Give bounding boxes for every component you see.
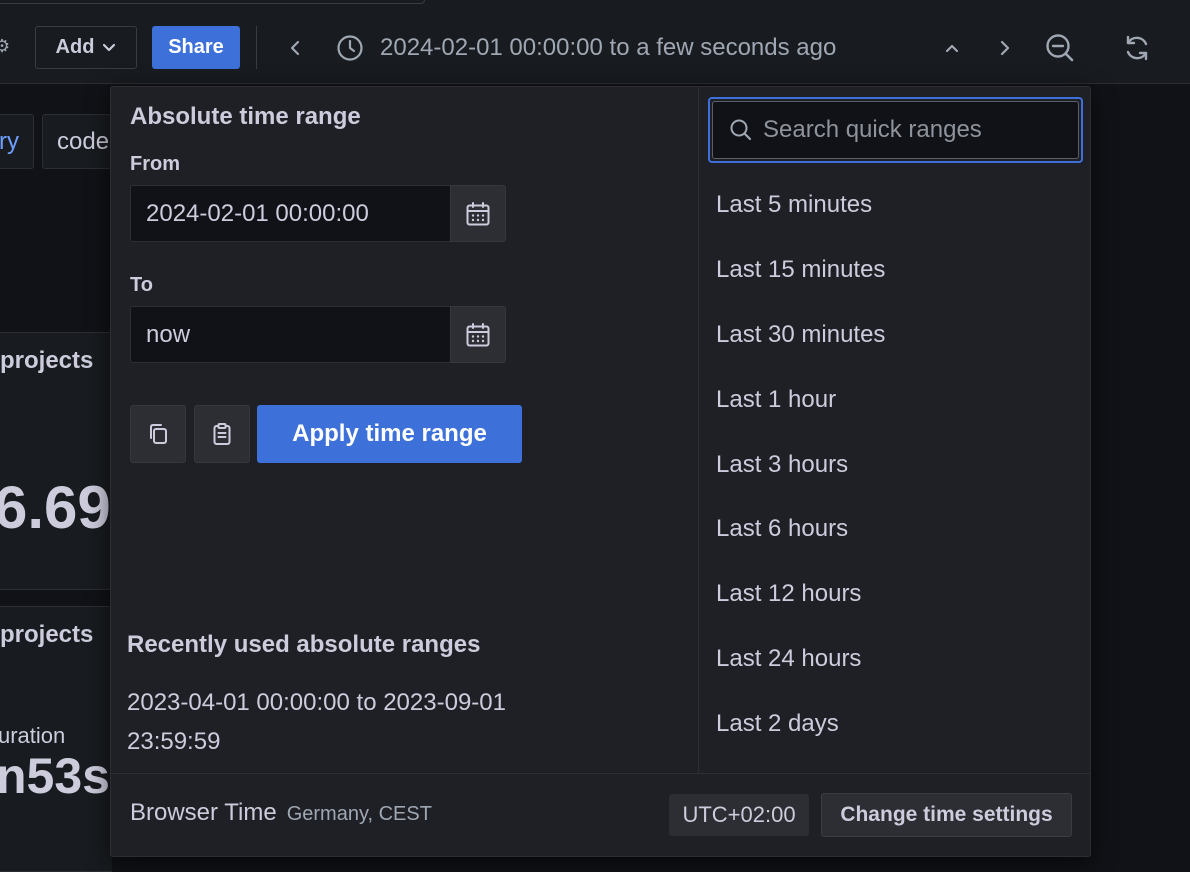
chevron-left-icon — [290, 40, 300, 56]
stat-panel-2: projects uration n53s — [0, 606, 112, 872]
quick-range-item[interactable]: Last 3 hours — [716, 447, 848, 483]
from-input[interactable] — [130, 185, 452, 242]
chevron-right-icon — [1000, 40, 1010, 56]
recent-range-item[interactable]: 2023-04-01 00:00:00 to 2023-09-01 23:59:… — [127, 683, 597, 761]
time-picker-toggle[interactable] — [940, 28, 964, 68]
add-button[interactable]: Add — [35, 26, 137, 69]
panel-value: 6.69 — [0, 474, 111, 541]
variable-tag-code-text: code — [57, 127, 110, 155]
timezone-name: Browser Time — [130, 799, 277, 826]
settings-icon-partial[interactable]: ⚙ — [0, 36, 10, 60]
picker-footer-divider — [111, 773, 1090, 774]
search-icon — [730, 119, 752, 141]
apply-time-range-label: Apply time range — [292, 420, 487, 447]
share-button-label: Share — [168, 36, 224, 58]
dashboard-toolbar: ⚙ Add Share 2024-02-01 00:00:00 to a few… — [0, 0, 1190, 84]
to-calendar-button[interactable] — [450, 306, 506, 363]
quick-range-item[interactable]: Last 6 hours — [716, 511, 848, 547]
zoom-out-icon — [1046, 34, 1074, 62]
time-range-picker-button[interactable]: 2024-02-01 00:00:00 to a few seconds ago — [380, 30, 836, 66]
quick-range-item[interactable]: Last 24 hours — [716, 641, 861, 677]
chevron-down-icon — [103, 43, 116, 51]
toolbar-top-edge — [0, 0, 425, 4]
quick-range-item[interactable]: Last 30 minutes — [716, 317, 885, 353]
refresh-icon — [1126, 35, 1148, 61]
copy-time-range-button[interactable] — [130, 405, 186, 463]
calendar-icon — [466, 322, 490, 346]
recent-ranges-title: Recently used absolute ranges — [127, 631, 481, 658]
apply-time-range-button[interactable]: Apply time range — [257, 405, 522, 463]
from-calendar-button[interactable] — [450, 185, 506, 242]
clock-icon — [335, 28, 365, 68]
zoom-out-button[interactable] — [1043, 28, 1077, 68]
picker-column-divider — [698, 87, 699, 773]
variable-tag-text: ry — [0, 127, 19, 155]
to-input[interactable] — [130, 306, 452, 363]
timezone-info: Browser Time Germany, CEST — [130, 799, 432, 827]
quick-ranges-search[interactable] — [708, 97, 1083, 163]
calendar-icon — [466, 201, 490, 225]
from-label: From — [130, 153, 180, 175]
utc-offset-badge: UTC+02:00 — [669, 794, 809, 836]
paste-time-range-button[interactable] — [194, 405, 250, 463]
clipboard-icon — [213, 423, 231, 445]
change-time-settings-label: Change time settings — [840, 803, 1053, 826]
quick-range-item[interactable]: Last 5 minutes — [716, 187, 872, 223]
timezone-region: Germany, CEST — [286, 803, 432, 825]
add-button-label: Add — [55, 36, 95, 58]
quick-ranges-search-input[interactable] — [763, 116, 1063, 144]
time-shift-forward-button[interactable] — [993, 28, 1017, 68]
refresh-button[interactable] — [1120, 28, 1154, 68]
panel-title: projects — [0, 621, 94, 648]
to-label: To — [130, 274, 153, 296]
stat-panel-1: projects 6.69 — [0, 332, 112, 590]
panel-title: projects — [0, 347, 94, 374]
share-button[interactable]: Share — [152, 26, 240, 69]
quick-range-item[interactable]: Last 1 hour — [716, 382, 836, 418]
change-time-settings-button[interactable]: Change time settings — [821, 793, 1072, 837]
panel-value: n53s — [0, 748, 110, 804]
time-shift-back-button[interactable] — [283, 28, 307, 68]
chevron-up-icon — [945, 44, 959, 53]
panel-subtitle: uration — [0, 723, 66, 748]
absolute-range-title: Absolute time range — [130, 103, 361, 130]
copy-icon — [150, 424, 167, 444]
quick-range-item[interactable]: Last 15 minutes — [716, 252, 885, 288]
toolbar-divider — [256, 26, 257, 69]
quick-range-item[interactable]: Last 12 hours — [716, 576, 861, 612]
variable-tag-partial[interactable]: ry — [0, 114, 34, 169]
quick-range-item[interactable]: Last 2 days — [716, 706, 839, 742]
time-range-picker: Absolute time range From To — [110, 86, 1091, 857]
